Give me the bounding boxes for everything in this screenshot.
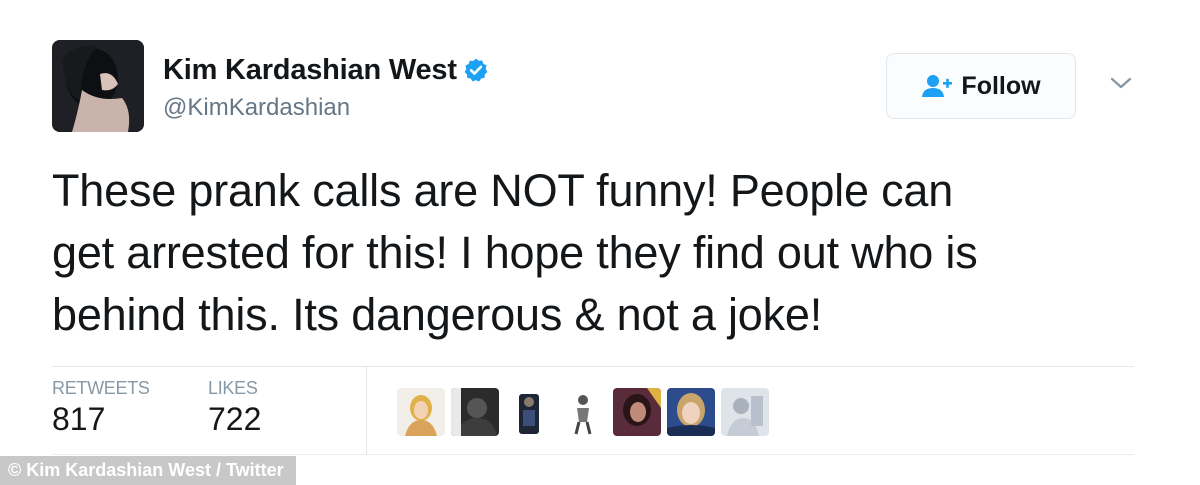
tweet-text-line: behind this. Its dangerous & not a joke!	[52, 289, 823, 340]
follow-button[interactable]: Follow	[886, 53, 1076, 119]
liker-avatar[interactable]	[721, 388, 769, 436]
stats-divider-bottom	[52, 454, 1134, 455]
retweets-count: 817	[52, 401, 106, 437]
liker-avatar[interactable]	[667, 388, 715, 436]
retweets-stat[interactable]: RETWEETS 817	[52, 378, 150, 438]
liker-avatar[interactable]	[613, 388, 661, 436]
likers-avatar-list	[397, 388, 769, 436]
stats-divider-top	[52, 366, 1134, 367]
stats-divider-vertical	[366, 367, 367, 455]
likes-stat[interactable]: LIKES 722	[208, 378, 261, 438]
liker-avatar[interactable]	[451, 388, 499, 436]
chevron-down-icon[interactable]	[1108, 74, 1134, 92]
retweets-label: RETWEETS	[52, 378, 150, 398]
author-name-row: Kim Kardashian West	[163, 52, 489, 88]
add-user-icon	[922, 75, 953, 97]
verified-badge-icon	[464, 58, 488, 82]
profile-photo	[52, 40, 144, 132]
liker-avatar[interactable]	[505, 388, 553, 436]
likes-count: 722	[208, 401, 262, 437]
tweet-text-line: These prank calls are NOT funny! People …	[52, 165, 954, 216]
liker-avatar[interactable]	[397, 388, 445, 436]
tweet-text: These prank calls are NOT funny! People …	[52, 160, 1152, 346]
photo-credit-watermark: © Kim Kardashian West / Twitter	[0, 456, 296, 485]
follow-button-label: Follow	[961, 71, 1041, 100]
liker-avatar[interactable]	[559, 388, 607, 436]
tweet-text-line: get arrested for this! I hope they find …	[52, 227, 978, 278]
author-handle[interactable]: @KimKardashian	[163, 94, 350, 122]
likes-label: LIKES	[208, 378, 258, 398]
author-avatar[interactable]	[52, 40, 144, 132]
author-display-name[interactable]: Kim Kardashian West	[163, 54, 457, 87]
